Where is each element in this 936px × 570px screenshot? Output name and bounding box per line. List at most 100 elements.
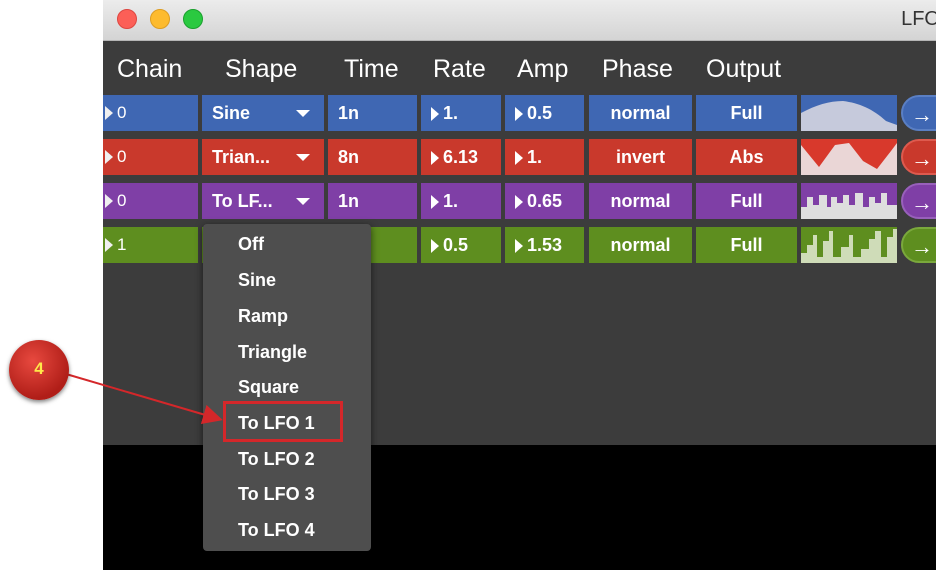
time-field[interactable]: 8n bbox=[328, 139, 417, 175]
go-button[interactable]: → bbox=[901, 139, 936, 175]
waveform-graphic bbox=[801, 193, 897, 219]
phase-value: normal bbox=[610, 103, 671, 123]
amp-value: 0.65 bbox=[527, 191, 563, 211]
arrow-right-icon: → bbox=[911, 190, 933, 215]
go-button[interactable]: → bbox=[901, 227, 936, 263]
callout-highlight-box bbox=[223, 401, 343, 442]
chain-number-box[interactable]: 1 bbox=[103, 227, 198, 263]
dropdown-arrow-icon bbox=[296, 198, 310, 205]
play-triangle-icon bbox=[105, 238, 113, 252]
phase-toggle[interactable]: normal bbox=[589, 95, 692, 131]
play-triangle-icon bbox=[105, 194, 113, 208]
rate-number-box[interactable]: 1. bbox=[421, 95, 501, 131]
amp-value: 1. bbox=[527, 147, 543, 167]
time-value: 1n bbox=[338, 103, 360, 123]
amp-value: 0.5 bbox=[527, 103, 553, 123]
phase-toggle[interactable]: normal bbox=[589, 183, 692, 219]
title-bar: LFO bbox=[103, 0, 936, 41]
chain-value: 0 bbox=[117, 191, 127, 210]
menu-item-ramp[interactable]: Ramp bbox=[238, 306, 288, 327]
amp-number-box[interactable]: 0.5 bbox=[505, 95, 584, 131]
window-title: LFO bbox=[901, 8, 936, 30]
amp-value: 1.53 bbox=[527, 235, 563, 255]
phase-value: invert bbox=[615, 147, 666, 167]
chain-number-box[interactable]: 0 bbox=[103, 183, 198, 219]
menu-item-to-lfo-4[interactable]: To LFO 4 bbox=[238, 520, 315, 541]
waveform-graphic bbox=[801, 229, 897, 263]
output-toggle[interactable]: Full bbox=[696, 95, 797, 131]
shape-value: To LF... bbox=[212, 191, 273, 211]
output-value: Abs bbox=[729, 147, 764, 167]
shape-value: Sine bbox=[212, 103, 251, 123]
amp-number-box[interactable]: 0.65 bbox=[505, 183, 584, 219]
play-triangle-icon bbox=[515, 239, 523, 253]
menu-item-square[interactable]: Square bbox=[238, 377, 299, 398]
output-value: Full bbox=[730, 235, 763, 255]
chain-value: 0 bbox=[117, 147, 127, 166]
waveform-display bbox=[801, 183, 897, 219]
header-chain: Chain bbox=[117, 55, 183, 83]
dropdown-arrow-icon bbox=[296, 110, 310, 117]
shape-dropdown[interactable]: Sine bbox=[202, 95, 324, 131]
amp-number-box[interactable]: 1. bbox=[505, 139, 584, 175]
time-field[interactable]: 1n bbox=[328, 95, 417, 131]
rate-number-box[interactable]: 1. bbox=[421, 183, 501, 219]
header-output: Output bbox=[706, 55, 782, 83]
phase-value: normal bbox=[610, 235, 671, 255]
rate-value: 6.13 bbox=[443, 147, 479, 167]
shape-dropdown[interactable]: Trian... bbox=[202, 139, 324, 175]
output-toggle[interactable]: Abs bbox=[696, 139, 797, 175]
shape-dropdown-menu: Off Sine Ramp Triangle Square To LFO 1 T… bbox=[203, 224, 371, 551]
phase-toggle[interactable]: normal bbox=[589, 227, 692, 263]
time-value: 1n bbox=[338, 191, 360, 211]
play-triangle-icon bbox=[105, 106, 113, 120]
play-triangle-icon bbox=[515, 151, 523, 165]
rate-number-box[interactable]: 0.5 bbox=[421, 227, 501, 263]
chain-number-box[interactable]: 0 bbox=[103, 95, 198, 131]
go-button[interactable]: → bbox=[901, 95, 936, 131]
menu-item-to-lfo-2[interactable]: To LFO 2 bbox=[238, 449, 315, 470]
phase-value: normal bbox=[610, 191, 671, 211]
zoom-window-button[interactable] bbox=[183, 9, 203, 29]
minimize-window-button[interactable] bbox=[150, 9, 170, 29]
menu-item-sine[interactable]: Sine bbox=[238, 270, 276, 291]
play-triangle-icon bbox=[431, 151, 439, 165]
rate-value: 0.5 bbox=[443, 235, 469, 255]
output-value: Full bbox=[730, 103, 763, 123]
time-field[interactable]: 1n bbox=[328, 183, 417, 219]
header-time: Time bbox=[344, 55, 399, 83]
arrow-right-icon: → bbox=[911, 146, 933, 171]
menu-item-off[interactable]: Off bbox=[238, 234, 264, 255]
chain-number-box[interactable]: 0 bbox=[103, 139, 198, 175]
header-shape: Shape bbox=[225, 55, 298, 83]
waveform-graphic bbox=[801, 101, 897, 131]
chain-value: 0 bbox=[117, 103, 127, 122]
lfo-row-2: 0 Trian... 8n 6.13 1. invert Abs → bbox=[103, 138, 936, 177]
play-triangle-icon bbox=[515, 195, 523, 209]
lfo-window: LFO Chain Shape Time Rate Amp Phase Outp… bbox=[103, 0, 936, 570]
menu-item-triangle[interactable]: Triangle bbox=[238, 342, 307, 363]
waveform-display bbox=[801, 95, 897, 131]
column-headers: Chain Shape Time Rate Amp Phase Output bbox=[103, 41, 936, 93]
output-toggle[interactable]: Full bbox=[696, 227, 797, 263]
play-triangle-icon bbox=[515, 107, 523, 121]
chain-value: 1 bbox=[117, 235, 127, 254]
callout-number-badge: 4 bbox=[9, 340, 69, 400]
play-triangle-icon bbox=[105, 150, 113, 164]
rate-value: 1. bbox=[443, 191, 459, 211]
waveform-graphic bbox=[801, 139, 897, 169]
play-triangle-icon bbox=[431, 195, 439, 209]
menu-item-to-lfo-3[interactable]: To LFO 3 bbox=[238, 484, 315, 505]
close-window-button[interactable] bbox=[117, 9, 137, 29]
phase-toggle[interactable]: invert bbox=[589, 139, 692, 175]
dropdown-arrow-icon bbox=[296, 154, 310, 161]
go-button[interactable]: → bbox=[901, 183, 936, 219]
rate-number-box[interactable]: 6.13 bbox=[421, 139, 501, 175]
arrow-right-icon: → bbox=[911, 234, 933, 259]
shape-dropdown[interactable]: To LF... bbox=[202, 183, 324, 219]
header-phase: Phase bbox=[602, 55, 673, 83]
lfo-row-3: 0 To LF... 1n 1. 0.65 normal Full → bbox=[103, 182, 936, 221]
output-toggle[interactable]: Full bbox=[696, 183, 797, 219]
amp-number-box[interactable]: 1.53 bbox=[505, 227, 584, 263]
play-triangle-icon bbox=[431, 107, 439, 121]
